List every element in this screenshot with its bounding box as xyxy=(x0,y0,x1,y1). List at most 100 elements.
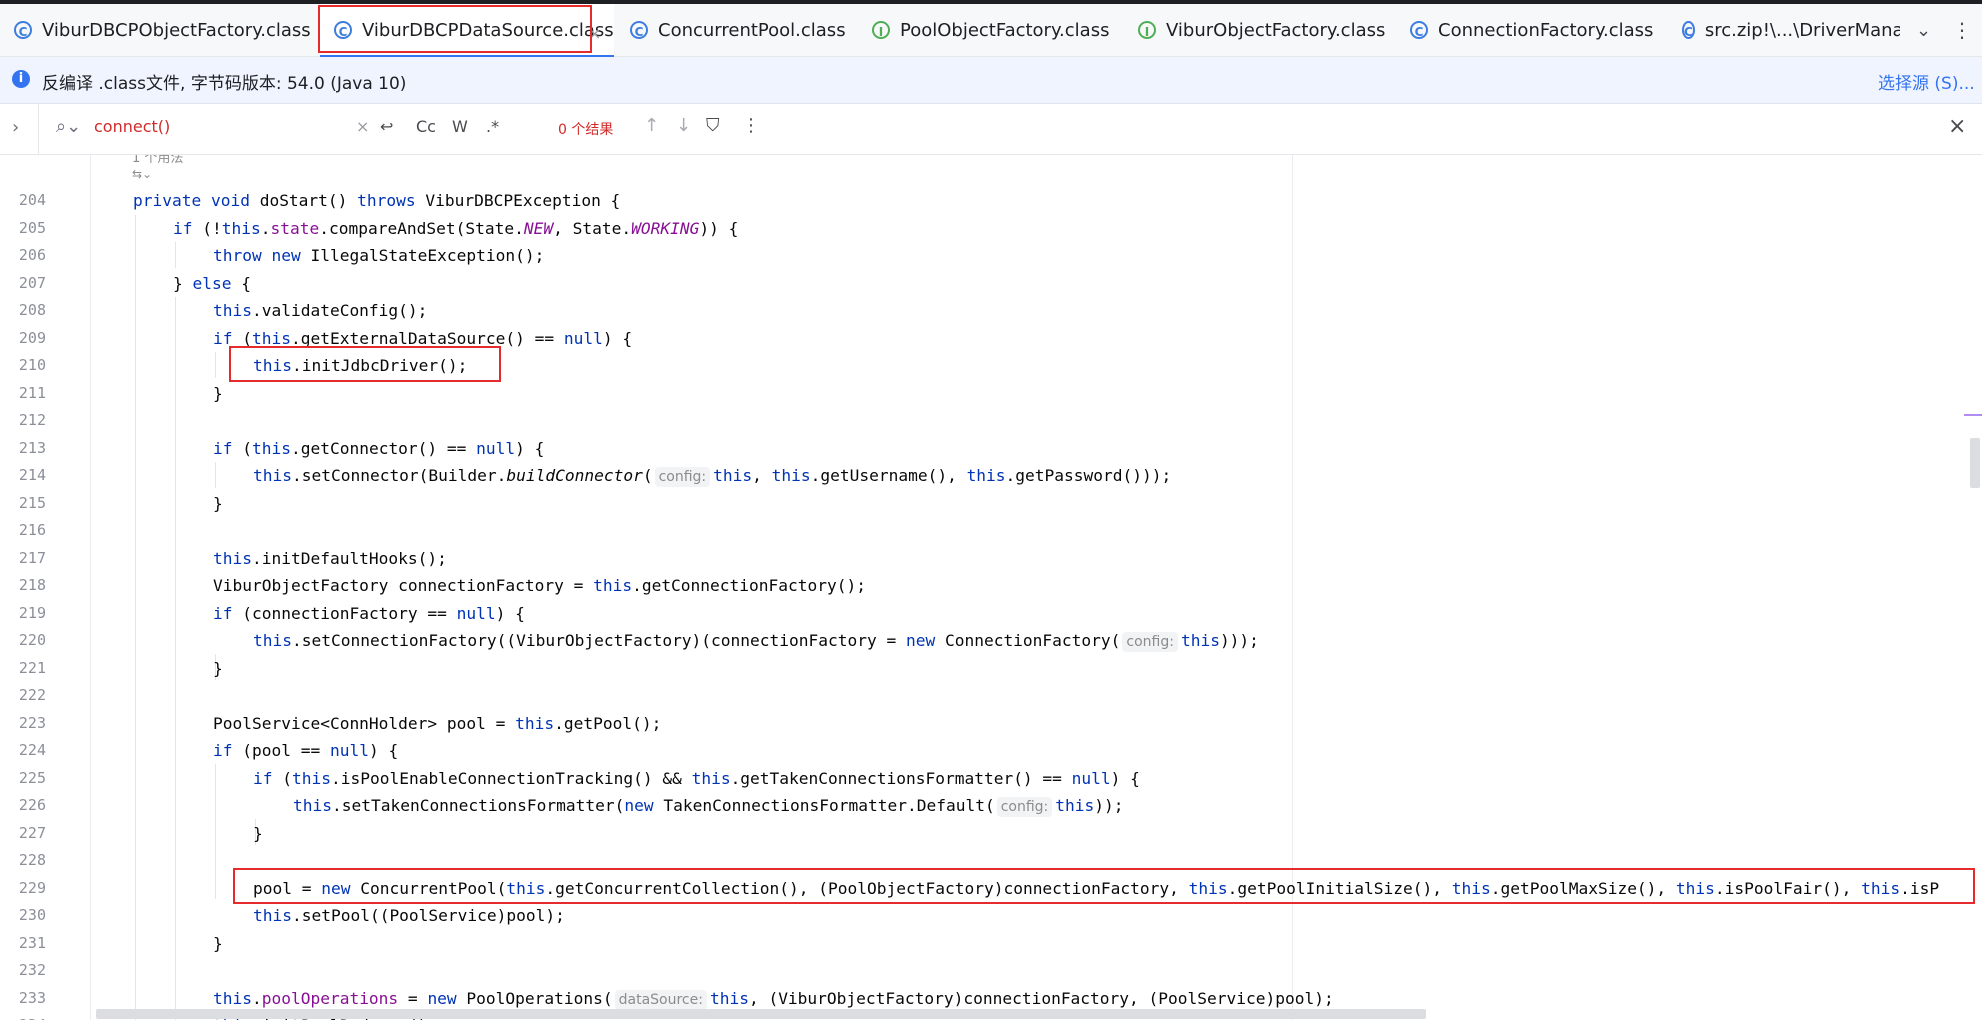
whole-words-toggle[interactable]: W xyxy=(452,117,468,136)
class-icon: C xyxy=(14,21,32,39)
usages-hint[interactable]: 1 个用法 xyxy=(132,155,183,166)
line-number: 204 xyxy=(18,191,46,209)
code-line-231: } xyxy=(213,933,223,953)
info-icon: i xyxy=(12,70,30,88)
code-line-223: PoolService<ConnHolder> pool = this.getP… xyxy=(213,713,662,733)
decompiled-info-banner: i 反编译 .class文件, 字节码版本: 54.0 (Java 10) 选择… xyxy=(0,57,1982,104)
tab-label: src.zip!\...\DriverManager xyxy=(1704,19,1900,41)
line-number: 210 xyxy=(18,356,46,374)
indent-guide xyxy=(175,242,176,268)
line-number: 233 xyxy=(18,988,46,1007)
search-icon[interactable]: ⌕⌄ xyxy=(56,116,81,137)
code-line-218: ViburObjectFactory connectionFactory = t… xyxy=(213,576,866,595)
code-line-214: this.setConnector(Builder.buildConnector… xyxy=(253,466,1172,487)
code-line-215: } xyxy=(213,493,223,513)
editor-tab-bar: C ViburDBCPObjectFactory.class C ViburDB… xyxy=(0,4,1982,59)
more-vertical-icon[interactable]: ⋮ xyxy=(1952,18,1972,42)
line-number: 228 xyxy=(18,851,46,869)
arrow-up-icon[interactable]: ↑ xyxy=(644,115,659,136)
line-number: 222 xyxy=(18,686,46,704)
code-line-224: if (pool == null) { xyxy=(213,741,399,760)
line-number: 209 xyxy=(18,328,46,347)
code-line-229: pool = new ConcurrentPool(this.getConcur… xyxy=(253,878,1940,898)
tab-label: ViburDBCPDataSource.class xyxy=(362,19,614,41)
horizontal-scrollbar[interactable] xyxy=(96,1009,1426,1019)
interface-icon: I xyxy=(872,21,890,39)
code-line-225: if (this.isPoolEnableConnectionTracking(… xyxy=(253,768,1140,788)
line-number: 214 xyxy=(18,466,46,484)
tab-viburobjectfactory[interactable]: I ViburObjectFactory.class xyxy=(1138,4,1385,56)
regex-toggle[interactable]: .* xyxy=(486,117,499,136)
tab-viburdbcpobjectfactory[interactable]: C ViburDBCPObjectFactory.class xyxy=(14,4,311,56)
line-number: 221 xyxy=(18,658,46,677)
class-icon: C xyxy=(1410,21,1428,39)
tab-drivermanager[interactable]: C src.zip!\...\DriverManager xyxy=(1682,4,1900,56)
arrow-down-icon[interactable]: ↓ xyxy=(676,115,691,136)
code-line-221: } xyxy=(213,658,223,678)
scroll-marker xyxy=(1964,414,1982,416)
class-icon: C xyxy=(630,21,648,39)
history-icon[interactable]: ↩ xyxy=(380,117,393,136)
tab-label: PoolObjectFactory.class xyxy=(900,19,1110,41)
line-number: 213 xyxy=(18,438,46,457)
tab-poolobjectfactory[interactable]: I PoolObjectFactory.class xyxy=(872,4,1109,56)
line-number: 224 xyxy=(18,741,46,759)
tab-concurrentpool[interactable]: C ConcurrentPool.class xyxy=(630,4,846,56)
line-number: 205 xyxy=(18,218,46,237)
vertical-scrollbar[interactable] xyxy=(1970,438,1980,488)
indent-guide xyxy=(215,352,216,378)
code-line-208: this.validateConfig(); xyxy=(213,301,428,320)
tab-close-icon[interactable]: × xyxy=(588,24,601,43)
line-number: 208 xyxy=(18,301,46,319)
code-line-204: private void doStart() throws ViburDBCPE… xyxy=(133,191,621,210)
class-icon: C xyxy=(334,21,352,39)
line-number: 223 xyxy=(18,713,46,732)
code-line-230: this.setPool((PoolService)pool); xyxy=(253,906,565,925)
expand-replace-icon[interactable]: › xyxy=(12,117,19,138)
divider xyxy=(38,104,39,154)
close-search-icon[interactable]: × xyxy=(1948,114,1966,139)
match-case-toggle[interactable]: Cc xyxy=(416,117,436,136)
line-number: 211 xyxy=(18,383,46,402)
indent-guide xyxy=(215,462,216,488)
find-bar: › ⌕⌄ × ↩ Cc W .* 0 个结果 ↑ ↓ ⛉ ⋮ × xyxy=(0,104,1982,155)
code-line-211: } xyxy=(213,383,223,403)
inlay-hint: dataSource: xyxy=(614,989,707,1010)
code-line-233: this.poolOperations = new PoolOperations… xyxy=(213,988,1334,1010)
tab-connectionfactory[interactable]: C ConnectionFactory.class xyxy=(1410,4,1653,56)
line-number: 229 xyxy=(18,878,46,897)
tab-viburdbcpdatasource[interactable]: C ViburDBCPDataSource.class xyxy=(320,4,614,56)
code-line-220: this.setConnectionFactory((ViburObjectFa… xyxy=(253,631,1259,652)
gutter-separator xyxy=(90,155,91,1020)
code-line-213: if (this.getConnector() == null) { xyxy=(213,438,545,458)
line-number: 206 xyxy=(18,246,46,264)
class-icon: C xyxy=(1682,21,1695,39)
code-editor[interactable]: 1 个用法 ⇆⌄ 204 205 206 207 208 209 210 211… xyxy=(0,155,1982,1020)
more-options-icon[interactable]: ⋮ xyxy=(742,115,760,136)
code-line-205: if (!this.state.compareAndSet(State.NEW,… xyxy=(173,218,739,238)
search-input[interactable] xyxy=(94,117,334,136)
code-line-209: if (this.getExternalDataSource() == null… xyxy=(213,328,633,348)
line-number: 215 xyxy=(18,493,46,512)
indent-guide xyxy=(215,764,216,899)
line-number: 218 xyxy=(18,576,46,594)
usages-icon[interactable]: ⇆⌄ xyxy=(132,167,152,181)
line-number: 217 xyxy=(18,548,46,567)
info-text: 反编译 .class文件, 字节码版本: 54.0 (Java 10) xyxy=(42,74,407,94)
interface-icon: I xyxy=(1138,21,1156,39)
tab-label: ViburDBCPObjectFactory.class xyxy=(42,19,311,41)
tab-label: ConnectionFactory.class xyxy=(1438,19,1654,41)
tab-label: ConcurrentPool.class xyxy=(658,19,846,41)
line-number: 220 xyxy=(18,631,46,649)
clear-search-icon[interactable]: × xyxy=(356,117,369,136)
search-results-count: 0 个结果 xyxy=(558,122,614,138)
chevron-down-icon[interactable]: ⌄ xyxy=(1916,20,1931,41)
filter-icon[interactable]: ⛉ xyxy=(706,115,720,136)
code-line-210: this.initJdbcDriver(); xyxy=(253,356,468,375)
line-number: 225 xyxy=(18,768,46,787)
line-number: 226 xyxy=(18,796,46,814)
code-line-207: } else { xyxy=(173,273,251,293)
line-number: 231 xyxy=(18,933,46,952)
choose-source-link[interactable]: 选择源 (S)... xyxy=(1878,69,1975,94)
indent-guide xyxy=(175,297,176,1020)
